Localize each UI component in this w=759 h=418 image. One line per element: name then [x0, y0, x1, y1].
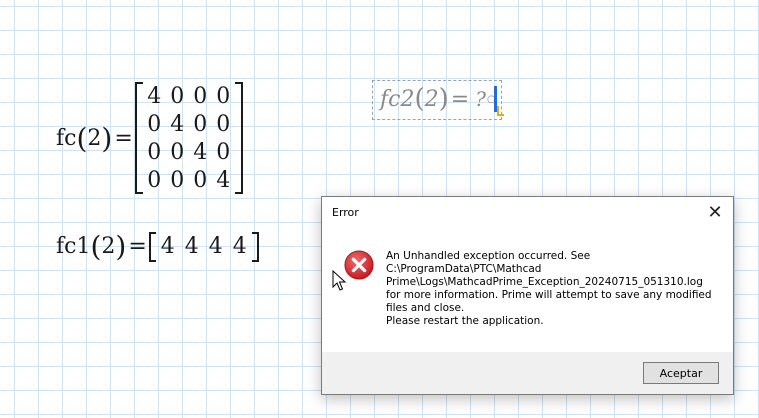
- function-name: fc: [56, 125, 77, 151]
- open-paren: (: [414, 84, 425, 114]
- vector-cell: 4: [184, 234, 199, 259]
- matrix-cell: 0: [193, 111, 208, 137]
- function-argument: 2: [424, 86, 439, 112]
- message-line: Please restart the application.: [386, 315, 544, 327]
- message-line: C:\ProgramData\PTC\Mathcad: [386, 263, 542, 275]
- matrix-cell: 4: [193, 139, 208, 165]
- result-matrix: 4 0 0 0 0 4 0 0 0 0 4 0 0 0 0 4: [134, 82, 243, 194]
- dialog-footer: Aceptar: [322, 352, 733, 394]
- matrix-cell: 0: [216, 83, 231, 109]
- message-line: files and close.: [386, 302, 465, 314]
- fc-matrix-expression[interactable]: fc ( 2 ) = 4 0 0 0 0 4 0 0 0 0 4 0 0 0 0…: [56, 82, 243, 194]
- matrix-cell: 0: [216, 111, 231, 137]
- error-icon: [344, 250, 374, 280]
- open-paren: (: [76, 121, 88, 155]
- matrix-row: 0 0 4 0: [143, 138, 235, 166]
- vector-cell: 4: [232, 234, 247, 259]
- matrix-cell: 0: [147, 139, 162, 165]
- message-line: An Unhandled exception occurred. See: [386, 250, 591, 262]
- close-paren: ): [101, 121, 113, 155]
- function-argument: 2: [101, 234, 116, 259]
- equals-sign: =: [114, 125, 133, 151]
- matrix-cell: 0: [147, 167, 162, 193]
- matrix-cell: 4: [147, 83, 162, 109]
- accept-button[interactable]: Aceptar: [643, 362, 719, 384]
- dialog-title: Error: [332, 206, 359, 219]
- matrix-row: 0 0 0 4: [143, 166, 235, 194]
- matrix-cell: 0: [147, 111, 162, 137]
- matrix-cell: 0: [193, 167, 208, 193]
- result-row-vector: 4 4 4 4: [148, 231, 259, 262]
- fc2-expression[interactable]: fc2 ( 2 ) = ? ○: [380, 84, 496, 114]
- matrix-row: 0 4 0 0: [143, 110, 235, 138]
- cursor-tail-icon: [497, 106, 504, 116]
- function-name: fc2: [380, 86, 415, 112]
- function-argument: 2: [87, 125, 102, 151]
- matrix-cell: 0: [170, 139, 185, 165]
- matrix-cell: 0: [170, 167, 185, 193]
- matrix-row: 4 0 0 0: [143, 82, 235, 110]
- close-paren: ): [438, 84, 449, 114]
- matrix-cell: 4: [170, 111, 185, 137]
- mouse-pointer-icon: [332, 270, 347, 291]
- matrix-cell: 4: [216, 167, 231, 193]
- matrix-cell: 0: [170, 83, 185, 109]
- message-line: for more information. Prime will attempt…: [386, 289, 712, 301]
- vector-cell: 4: [160, 234, 175, 259]
- fc1-vector-expression[interactable]: fc1 ( 2 ) = 4 4 4 4: [56, 230, 259, 263]
- equals-sign: =: [128, 234, 147, 259]
- matrix-cell: 0: [193, 83, 208, 109]
- close-paren: ): [115, 230, 127, 263]
- undefined-result: ?: [475, 87, 486, 111]
- open-paren: (: [90, 230, 102, 263]
- error-dialog: Error ✕ An Unhandled exception occurred.…: [321, 196, 734, 395]
- message-line: Prime\Logs\MathcadPrime_Exception_202407…: [386, 276, 703, 288]
- equals-sign: =: [450, 86, 470, 112]
- error-message: An Unhandled exception occurred. See C:\…: [386, 250, 726, 328]
- close-icon[interactable]: ✕: [703, 200, 727, 224]
- function-name: fc1: [56, 234, 91, 259]
- vector-cell: 4: [208, 234, 223, 259]
- matrix-cell: 0: [216, 139, 231, 165]
